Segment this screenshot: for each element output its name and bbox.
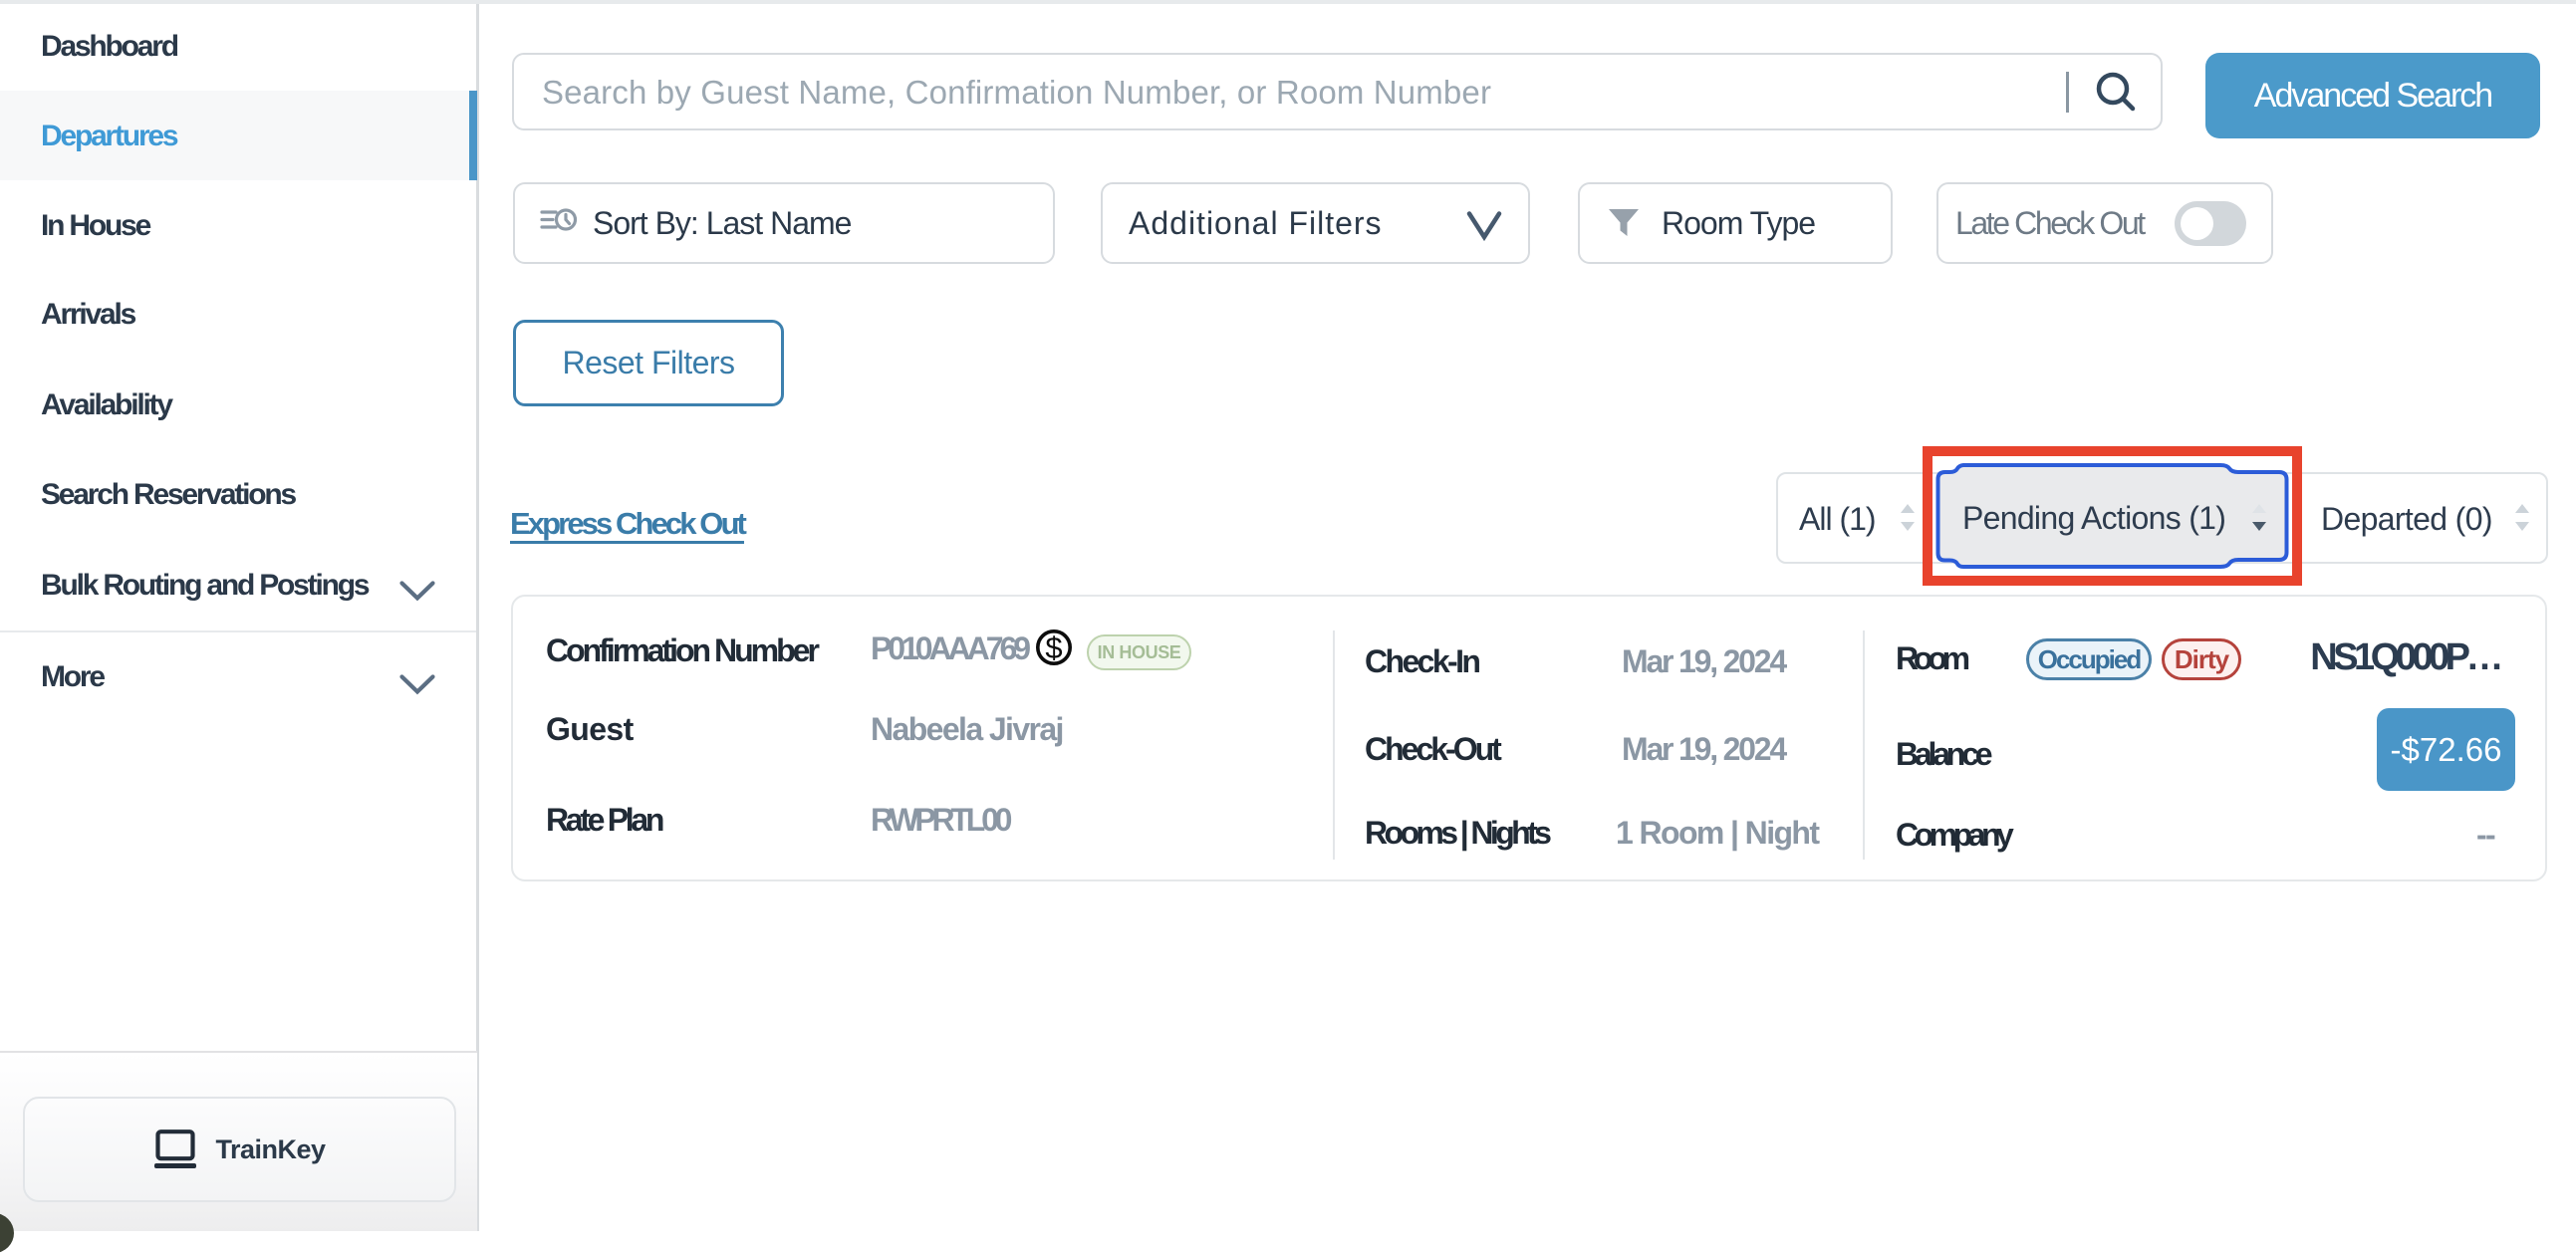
svg-text:$: $	[1045, 630, 1062, 665]
